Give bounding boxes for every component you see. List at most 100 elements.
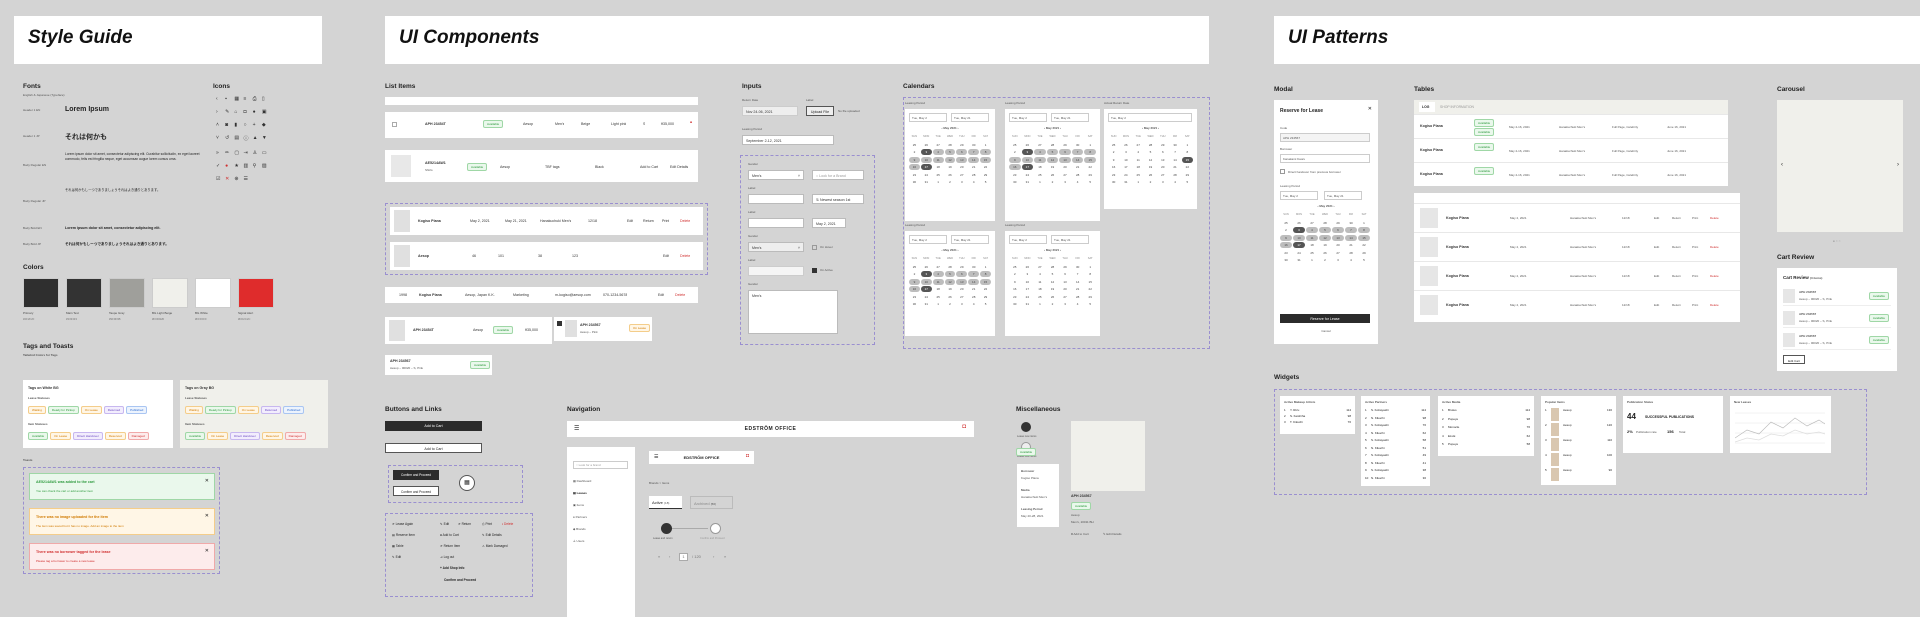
add-to-cart-outline-button[interactable]: Add to Cart (385, 443, 482, 453)
calendar-date-input[interactable]: Tue, May 2 (1108, 113, 1192, 122)
edit-link[interactable]: ✎ Edit (440, 522, 449, 526)
page-input[interactable]: 1 (679, 553, 688, 561)
cart-icon[interactable]: ◘ (962, 424, 966, 430)
calendar-day[interactable]: 15 (1181, 156, 1193, 163)
calendar-day[interactable]: 2 (909, 149, 920, 155)
calendar-day[interactable]: 31 (1120, 179, 1131, 185)
sidebar-item-items[interactable]: ▣ Items (573, 503, 584, 507)
calendar-day[interactable]: 27 (1034, 264, 1046, 270)
calendar-to-input[interactable]: Tue, May 21 (1051, 235, 1089, 244)
calendar-day[interactable]: 3 (1022, 271, 1034, 277)
textarea[interactable]: Men's (748, 290, 838, 334)
calendar-day[interactable]: 6 (956, 271, 968, 277)
table-row[interactable]: Kogiso Plana May 2, 2021 Hanakuchuki Men's… (1414, 290, 1740, 318)
calendar-day[interactable]: 25 (909, 142, 920, 148)
calendar-day[interactable]: 29 (980, 294, 991, 300)
return-link[interactable]: ↺ Return (458, 522, 471, 526)
calendar-day[interactable]: 15 (980, 156, 991, 163)
calendar-day[interactable]: 5 (1319, 227, 1331, 233)
cart-item[interactable]: APH 234567 Aesop – 00020 – S, Pink Availab… (1783, 286, 1891, 306)
calendar-day[interactable]: 1 (933, 301, 944, 307)
calendar-day[interactable]: 15 (1084, 279, 1096, 285)
calendar-day[interactable]: 3 (1021, 149, 1034, 155)
calendar-day[interactable]: 25 (933, 294, 944, 300)
calendar-day[interactable]: 22 (1358, 242, 1370, 248)
calendar-day[interactable]: 3 (1120, 149, 1131, 155)
calendar-day[interactable]: 4 (1072, 179, 1084, 185)
table-row[interactable]: Kogiso Plana Available May 2-16, 2021 Hanak… (1414, 162, 1728, 186)
calendar-from-input[interactable]: Tue, May 2 (909, 113, 947, 122)
calendar-day[interactable]: 14 (1072, 279, 1084, 285)
calendar-day[interactable]: 28 (945, 264, 956, 270)
calendar-day[interactable]: 8 (1084, 271, 1096, 277)
calendar-day[interactable]: 3 (920, 149, 932, 155)
calendar-day[interactable]: 30 (909, 179, 920, 185)
tab-log[interactable]: LOG (1419, 102, 1435, 112)
calendar-day[interactable]: 31 (1293, 257, 1305, 263)
add-to-cart-link[interactable]: ◘ Add to Cart (1071, 532, 1089, 536)
calendar-day[interactable]: 28 (968, 294, 979, 300)
calendar-day[interactable]: 4 (968, 179, 979, 185)
return-link[interactable]: Return (1672, 274, 1681, 278)
calendar-day[interactable]: 11 (932, 156, 944, 163)
first-page-icon[interactable]: « (658, 554, 660, 559)
calendar-day[interactable]: 16 (1108, 164, 1119, 170)
calendar-day[interactable]: 4 (1072, 301, 1084, 307)
sidebar-search[interactable]: ○ Look for a brand (573, 461, 628, 469)
calendar-day[interactable]: 15 (1084, 156, 1096, 163)
calendar-day[interactable]: 9 (1009, 279, 1021, 285)
calendar-day[interactable]: 7 (1071, 149, 1084, 155)
calendar-day[interactable]: 19 (945, 286, 956, 292)
sidebar-item-users[interactable]: ♙ Users (573, 539, 584, 543)
delete-link[interactable]: Delete (1710, 216, 1719, 220)
cart-item[interactable]: APH 234567 Aesop – 00020 – S, Pink Availab… (1783, 330, 1891, 350)
edit-link[interactable]: Edit (1654, 303, 1659, 307)
close-icon[interactable]: ✕ (205, 513, 209, 519)
calendar-day[interactable]: 29 (1332, 220, 1344, 226)
calendar-day[interactable]: 1 (980, 142, 991, 148)
calendar-day[interactable]: 3 (1059, 179, 1071, 185)
calendar-day[interactable]: 14 (1169, 157, 1180, 163)
calendar-day[interactable]: 11 (1306, 234, 1318, 241)
sidebar-item-dashboard[interactable]: ▦ Dashboard (573, 479, 591, 483)
sidebar-item-leases[interactable]: ▤ Leases (573, 491, 587, 495)
calendar-day[interactable]: 22 (1084, 164, 1096, 170)
calendar-day[interactable]: 16 (1280, 242, 1292, 248)
add-to-cart-link[interactable]: ◘ Add to Cart (440, 533, 459, 537)
calendar-day[interactable]: 4 (1034, 149, 1046, 155)
calendar-day[interactable]: 28 (1047, 142, 1059, 148)
calendar-day[interactable]: 3 (920, 271, 932, 277)
confirm-link[interactable]: Confirm and Proceed (444, 578, 476, 582)
calendar-day[interactable]: 3 (1293, 227, 1305, 233)
calendar-day[interactable]: 31 (1022, 301, 1034, 307)
calendar-day[interactable]: 10 (1021, 156, 1034, 163)
list-item[interactable]: APH 234567 Aesop – 00020 – S, Pink Avail… (385, 355, 492, 375)
calendar-day[interactable]: 5 (1084, 301, 1096, 307)
calendar-day[interactable]: 9 (1009, 156, 1021, 163)
calendar-day[interactable]: 29 (1059, 142, 1071, 148)
calendar-day[interactable]: 28 (1345, 250, 1357, 256)
calendar-day[interactable]: 14 (968, 156, 980, 163)
calendar-day[interactable]: 20 (1059, 286, 1071, 292)
calendar-day[interactable]: 26 (1047, 172, 1059, 178)
calendar-to-input[interactable]: Tue, May 21 (951, 235, 989, 244)
calendar-day[interactable]: 23 (1280, 250, 1292, 256)
list-item[interactable]: Aesop 46 101 38 123 Edit Delete (390, 242, 703, 270)
calendar-day[interactable]: 20 (1157, 164, 1168, 170)
calendar-day[interactable]: 4 (1034, 271, 1046, 277)
row-checkbox[interactable] (392, 122, 397, 127)
calendar[interactable]: Tue, May 2 Tue, May 21 ‹ May 2021 › SUN MON T… (1005, 109, 1100, 221)
calendar-day[interactable]: 18 (1034, 286, 1046, 292)
calendar-day[interactable]: 1 (933, 179, 944, 185)
calendar-day[interactable]: 27 (956, 294, 967, 300)
calendar-day[interactable]: 24 (921, 172, 932, 178)
calendar-day[interactable]: 30 (1345, 220, 1357, 226)
calendar-day[interactable]: 21 (1345, 242, 1357, 248)
calendar-day[interactable]: 11 (932, 278, 944, 285)
calendar-day[interactable]: 6 (1059, 271, 1071, 277)
calendar[interactable]: Tue, May 2 Tue, May 21 ‹ May 2021 › SUN MON T… (905, 109, 995, 221)
checkbox[interactable] (812, 245, 817, 250)
calendar-day[interactable]: 26 (1120, 142, 1131, 148)
add-shop-info-link[interactable]: + Add Shop Info (440, 566, 464, 570)
calendar-day[interactable]: 6 (1332, 227, 1344, 233)
